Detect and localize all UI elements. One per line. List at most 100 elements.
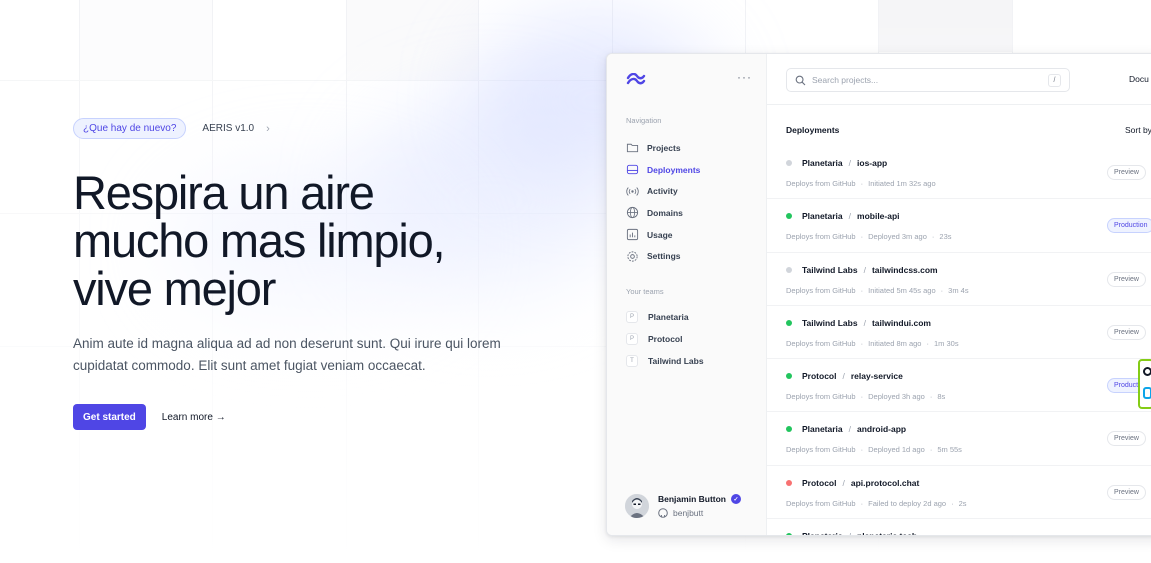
deploy-duration: 5m 55s	[937, 445, 962, 455]
team-name: Protocol	[802, 371, 837, 382]
deployment-title: Protocol / relay-service	[786, 371, 903, 381]
gear-icon	[627, 251, 638, 262]
deployment-row[interactable]: Tailwind Labs / tailwindui.com Deploys from…	[767, 306, 1151, 360]
deploy-status: Initiated 5m 45s ago	[868, 285, 936, 295]
deployment-row[interactable]: Planetaria / ios-app Deploys from GitHub · In…	[767, 146, 1151, 200]
dot-separator: ·	[860, 338, 864, 348]
main-panel: Search projects... / Docu Deployments So…	[767, 54, 1151, 535]
app-screenshot: ··· Navigation Projects Deployments Acti…	[606, 53, 1151, 536]
slash-separator: /	[863, 317, 866, 328]
deployment-row[interactable]: Protocol / api.protocol.chat Deploys from G…	[767, 466, 1151, 520]
dot-separator: ·	[860, 392, 864, 402]
deployment-row[interactable]: Planetaria / mobile-api Deploys from GitHub…	[767, 199, 1151, 253]
team-initial: P	[626, 311, 638, 323]
user-handle-row: benjbutt	[658, 508, 741, 518]
team-initial: P	[626, 333, 638, 345]
sidebar-item-label: Usage	[647, 229, 673, 240]
deploy-status: Deployed 1d ago	[868, 445, 925, 455]
deployment-row[interactable]: Planetaria / planetaria.tech	[767, 519, 1151, 535]
top-bar: Search projects... / Docu	[767, 54, 1151, 105]
team-name: Planetaria	[802, 531, 843, 535]
dot-separator: ·	[860, 285, 864, 295]
sidebar-item-usage[interactable]: Usage	[626, 224, 756, 246]
headline-line-2: mucho mas limpio,	[73, 214, 446, 267]
hero-actions: Get started Learn more →	[73, 404, 593, 430]
team-name: Protocol	[802, 477, 837, 488]
learn-more-link[interactable]: Learn more →	[162, 412, 226, 423]
team-name: Tailwind Labs	[802, 317, 858, 328]
deploy-status: Deployed 3h ago	[868, 392, 925, 402]
status-dot	[786, 160, 792, 166]
status-dot	[786, 479, 792, 486]
team-item-planetaria[interactable]: P Planetaria	[626, 306, 756, 328]
team-name: Planetaria	[802, 424, 843, 435]
sidebar: ··· Navigation Projects Deployments Acti…	[607, 54, 767, 535]
deploy-source: Deploys from GitHub	[786, 498, 856, 508]
version-label: AERIS v1.0	[202, 123, 255, 134]
chevron-right-icon: ›	[266, 122, 270, 135]
deployment-title: Planetaria / android-app	[786, 424, 906, 434]
deployments-list: Planetaria / ios-app Deploys from GitHub · In…	[767, 146, 1151, 535]
deployment-row[interactable]: Tailwind Labs / tailwindcss.com Deploys fro…	[767, 253, 1151, 306]
sidebar-item-label: Settings	[647, 251, 681, 262]
project-name: android-app	[857, 424, 907, 435]
deploy-status: Failed to deploy 2d ago	[868, 498, 947, 508]
project-name: planetaria.tech	[857, 531, 917, 535]
get-started-button[interactable]: Get started	[73, 404, 146, 430]
dot-separator: ·	[951, 498, 954, 508]
environment-badge: Production	[1107, 218, 1151, 234]
status-dot	[786, 319, 792, 326]
dot-separator: ·	[860, 445, 864, 455]
dot-separator: ·	[860, 179, 864, 188]
verified-badge-icon: ✓	[731, 494, 741, 504]
project-name: relay-service	[850, 371, 903, 382]
sidebar-item-deployments[interactable]: Deployments	[626, 159, 756, 181]
project-name: tailwindui.com	[871, 317, 931, 328]
sidebar-item-settings[interactable]: Settings	[626, 245, 756, 267]
deployment-title: Planetaria / planetaria.tech	[786, 531, 917, 535]
deploy-source: Deploys from GitHub	[786, 392, 856, 402]
sidebar-nav: Projects Deployments Activity Domains Us…	[626, 137, 756, 267]
user-profile[interactable]: Benjamin Button ✓ benjbutt	[625, 494, 741, 518]
sidebar-item-label: Projects	[647, 142, 681, 153]
team-item-protocol[interactable]: P Protocol	[626, 328, 756, 350]
dot-separator: ·	[929, 445, 933, 455]
signal-icon	[626, 187, 639, 196]
project-name: tailwindcss.com	[871, 264, 938, 275]
slash-separator: /	[842, 371, 845, 382]
teams-list: P Planetaria P Protocol T Tailwind Labs	[626, 306, 756, 372]
sidebar-item-activity[interactable]: Activity	[626, 180, 756, 202]
environment-badge: Preview	[1107, 324, 1146, 340]
sidebar-item-label: Activity	[647, 186, 678, 197]
hero-section: ¿Que hay de nuevo? AERIS v1.0 › Respira …	[73, 118, 593, 430]
teams-section-label: Your teams	[626, 287, 664, 296]
search-shortcut-key: /	[1048, 73, 1061, 87]
logo-icon[interactable]	[626, 72, 646, 90]
headline-line-3: vive mejor	[73, 262, 276, 315]
deploy-duration: 23s	[939, 232, 952, 242]
deployment-meta: Deploys from GitHub · Initiated 5m 45s ago…	[786, 286, 969, 295]
team-label: Protocol	[648, 334, 683, 344]
folder-icon	[626, 144, 639, 153]
whats-new-pill[interactable]: ¿Que hay de nuevo?	[73, 118, 187, 139]
chart-icon	[626, 229, 639, 241]
deploy-status: Initiated 8m ago	[868, 338, 922, 348]
more-options-icon[interactable]: ···	[737, 70, 752, 84]
sidebar-item-projects[interactable]: Projects	[626, 137, 756, 159]
team-item-tailwind-labs[interactable]: T Tailwind Labs	[626, 350, 756, 372]
floating-widget[interactable]	[1138, 359, 1151, 409]
sort-by-button[interactable]: Sort by	[1125, 125, 1151, 135]
docs-link[interactable]: Docu	[1129, 74, 1149, 84]
search-input[interactable]: Search projects... /	[786, 68, 1070, 92]
team-initial: T	[626, 355, 638, 367]
version-link[interactable]: AERIS v1.0 ›	[202, 123, 269, 135]
team-label: Planetaria	[648, 312, 689, 322]
deploy-duration: 8s	[937, 392, 946, 402]
dot-separator: ·	[860, 498, 864, 508]
deployment-row[interactable]: Planetaria / android-app Deploys from GitHu…	[767, 412, 1151, 466]
sidebar-item-domains[interactable]: Domains	[626, 202, 756, 224]
team-name: Planetaria	[802, 211, 843, 222]
team-label: Tailwind Labs	[648, 356, 704, 366]
deployment-title: Tailwind Labs / tailwindui.com	[786, 318, 931, 328]
deployment-row[interactable]: Protocol / relay-service Deploys from GitHu…	[767, 359, 1151, 413]
